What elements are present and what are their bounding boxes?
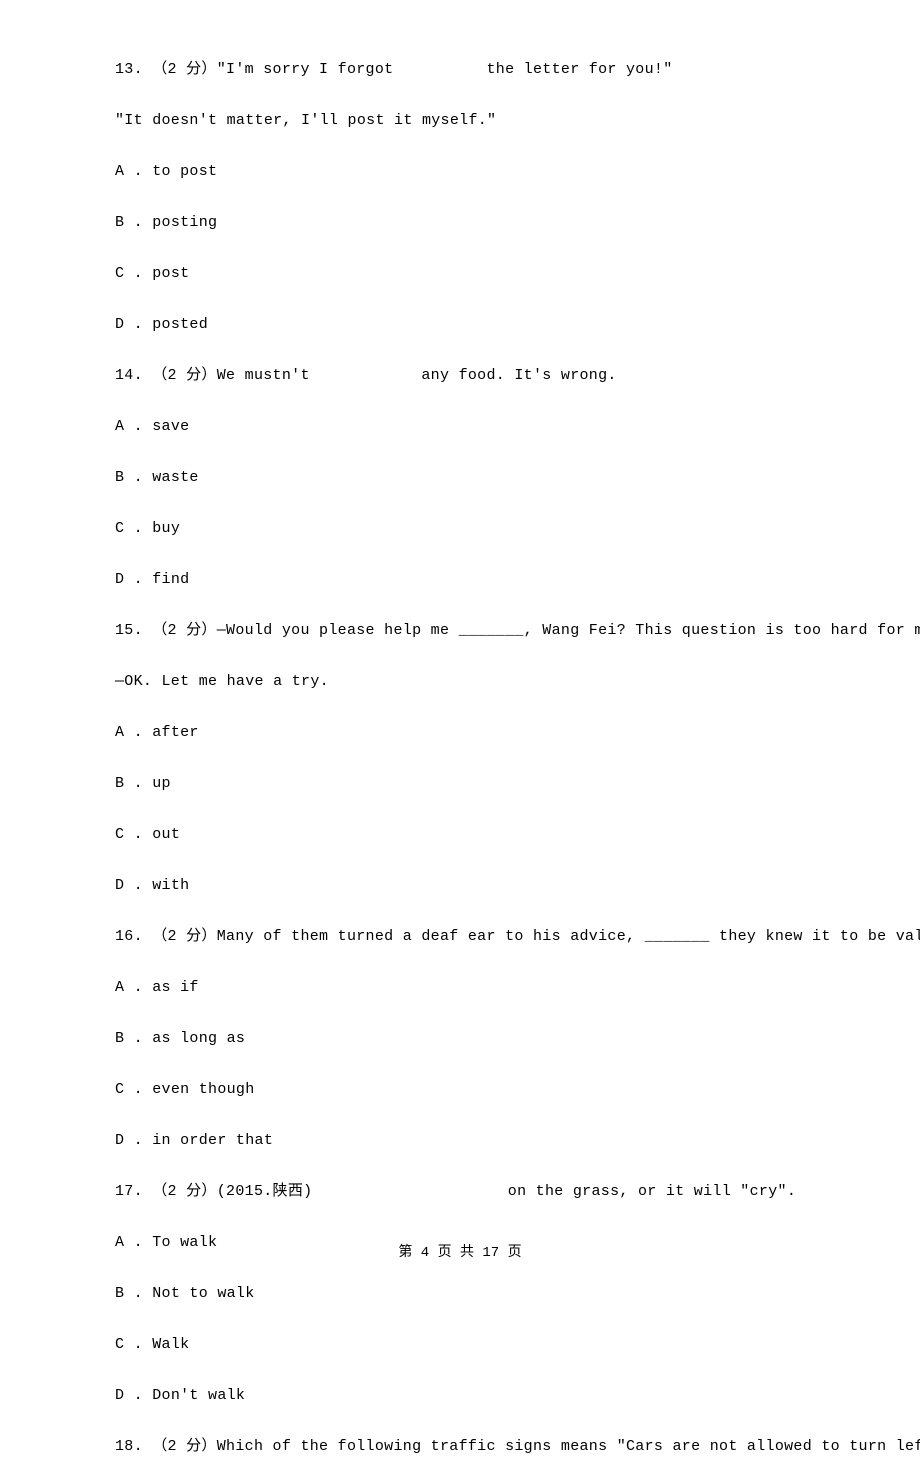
- q13-opt-a: A . to post: [115, 160, 820, 184]
- q14-opt-c: C . buy: [115, 517, 820, 541]
- q17-text1: (2015.陕西) on the grass, or it will "cry"…: [217, 1183, 796, 1200]
- page-content: 13. （2 分）"I'm sorry I forgot the letter …: [0, 0, 920, 1459]
- q15-opt-b-text: up: [152, 775, 171, 792]
- q16-opt-c: C . even though: [115, 1078, 820, 1102]
- q16-number: 16.: [115, 928, 143, 945]
- q18-stem-line1: 18. （2 分）Which of the following traffic …: [115, 1435, 820, 1459]
- q13-opt-c-text: post: [152, 265, 189, 282]
- q15-opt-d: D . with: [115, 874, 820, 898]
- q13-text1: "I'm sorry I forgot the letter for you!": [217, 61, 673, 78]
- q16-opt-a: A . as if: [115, 976, 820, 1000]
- q17-opt-b-text: Not to walk: [152, 1285, 254, 1302]
- q17-opt-c: C . Walk: [115, 1333, 820, 1357]
- q17-number: 17.: [115, 1183, 143, 1200]
- q17-opt-d: D . Don't walk: [115, 1384, 820, 1408]
- q13-opt-c: C . post: [115, 262, 820, 286]
- q13-stem-line2: "It doesn't matter, I'll post it myself.…: [115, 109, 820, 133]
- q16-opt-d: D . in order that: [115, 1129, 820, 1153]
- q15-opt-a-text: after: [152, 724, 199, 741]
- q16-opt-a-text: as if: [152, 979, 199, 996]
- q15-stem-line1: 15. （2 分）—Would you please help me _____…: [115, 619, 820, 643]
- q17-points: （2 分）: [152, 1183, 217, 1200]
- q13-number: 13.: [115, 61, 143, 78]
- q17-opt-d-text: Don't walk: [152, 1387, 245, 1404]
- q17-opt-b: B . Not to walk: [115, 1282, 820, 1306]
- q17-stem-line1: 17. （2 分）(2015.陕西) on the grass, or it w…: [115, 1180, 820, 1204]
- q15-opt-d-text: with: [152, 877, 189, 894]
- q18-text1: Which of the following traffic signs mea…: [217, 1438, 920, 1455]
- q14-opt-d-text: find: [152, 571, 189, 588]
- q14-points: （2 分）: [152, 367, 217, 384]
- q15-stem-line2: —OK. Let me have a try.: [115, 670, 820, 694]
- q14-opt-d: D . find: [115, 568, 820, 592]
- q16-opt-d-text: in order that: [152, 1132, 273, 1149]
- q14-opt-a-text: save: [152, 418, 189, 435]
- q16-opt-b: B . as long as: [115, 1027, 820, 1051]
- q13-stem-line1: 13. （2 分）"I'm sorry I forgot the letter …: [115, 58, 820, 82]
- q16-stem-line1: 16. （2 分）Many of them turned a deaf ear …: [115, 925, 820, 949]
- q18-number: 18.: [115, 1438, 143, 1455]
- q14-opt-b: B . waste: [115, 466, 820, 490]
- q15-number: 15.: [115, 622, 143, 639]
- q15-opt-b: B . up: [115, 772, 820, 796]
- q18-points: （2 分）: [152, 1438, 217, 1455]
- q13-opt-a-text: to post: [152, 163, 217, 180]
- q15-opt-c: C . out: [115, 823, 820, 847]
- q15-points: （2 分）: [152, 622, 217, 639]
- q16-opt-c-text: even though: [152, 1081, 254, 1098]
- q16-text1: Many of them turned a deaf ear to his ad…: [217, 928, 920, 945]
- q14-opt-a: A . save: [115, 415, 820, 439]
- q13-opt-d: D . posted: [115, 313, 820, 337]
- q14-stem-line1: 14. （2 分）We mustn't any food. It's wrong…: [115, 364, 820, 388]
- q13-opt-b: B . posting: [115, 211, 820, 235]
- q14-text1: We mustn't any food. It's wrong.: [217, 367, 617, 384]
- q13-opt-b-text: posting: [152, 214, 217, 231]
- q15-opt-c-text: out: [152, 826, 180, 843]
- q16-points: （2 分）: [152, 928, 217, 945]
- q16-opt-b-text: as long as: [152, 1030, 245, 1047]
- q17-opt-c-text: Walk: [152, 1336, 189, 1353]
- q14-opt-b-text: waste: [152, 469, 199, 486]
- q14-opt-c-text: buy: [152, 520, 180, 537]
- q15-text1: —Would you please help me _______, Wang …: [217, 622, 920, 639]
- q13-points: （2 分）: [152, 61, 217, 78]
- q14-number: 14.: [115, 367, 143, 384]
- q15-opt-a: A . after: [115, 721, 820, 745]
- page-footer: 第 4 页 共 17 页: [0, 1242, 920, 1264]
- q13-opt-d-text: posted: [152, 316, 208, 333]
